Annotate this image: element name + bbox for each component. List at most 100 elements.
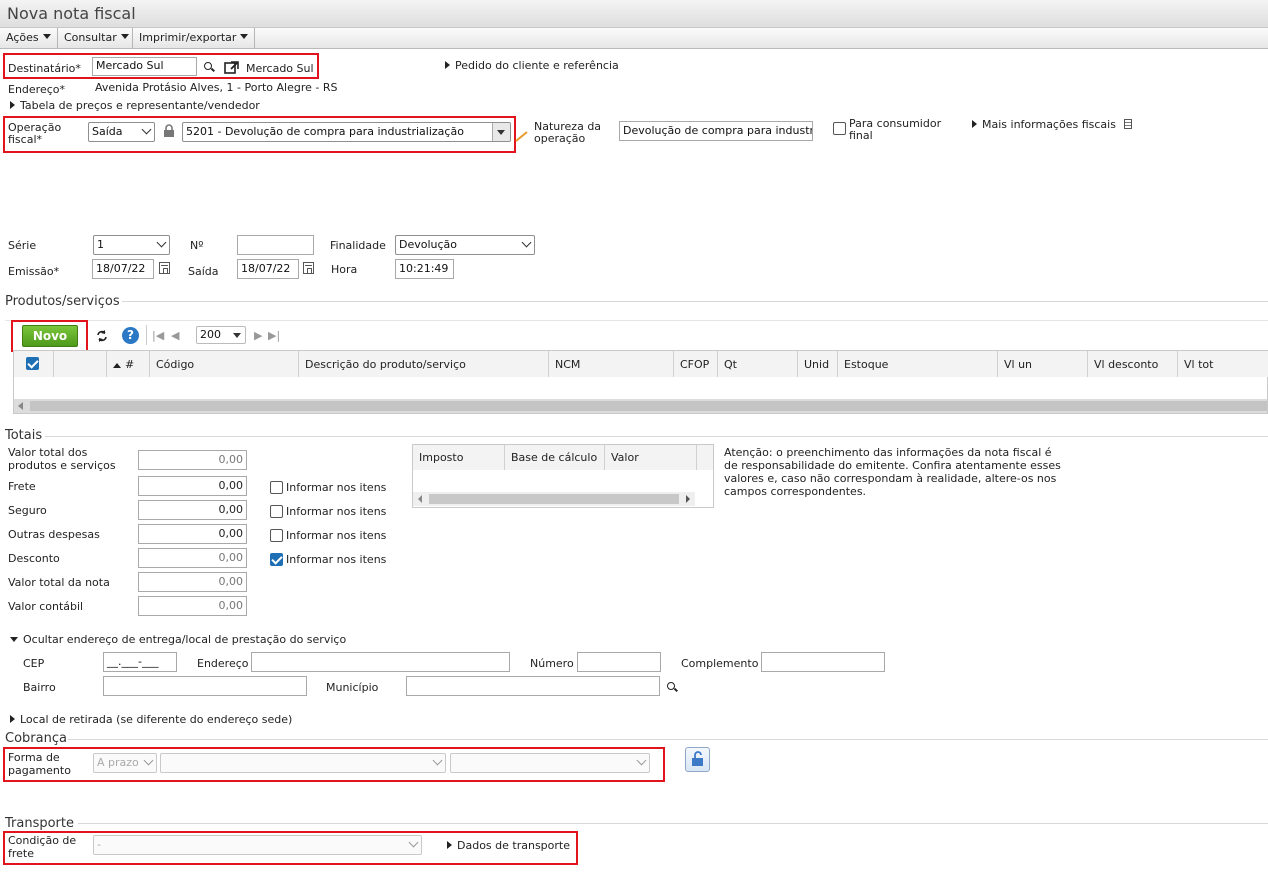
cfop-select[interactable]: 5201 - Devolução de compra para industri… <box>182 122 511 142</box>
local-retirada-toggle[interactable]: Local de retirada (se diferente do ender… <box>10 714 292 726</box>
seguro-label: Seguro <box>8 504 47 517</box>
endereco-value: Avenida Protásio Alves, 1 - Porto Alegre… <box>95 81 338 94</box>
window-title: Nova nota fiscal <box>7 4 136 23</box>
grid-header-cfop[interactable]: CFOP <box>674 351 718 377</box>
destinatario-label: Destinatário* <box>8 62 81 75</box>
imposto-header[interactable]: Imposto <box>413 445 505 470</box>
grid-header-codigo[interactable]: Código <box>150 351 299 377</box>
unlock-button[interactable] <box>685 747 710 772</box>
tabela-precos-toggle[interactable]: Tabela de preços e representante/vendedo… <box>10 100 260 112</box>
grid-header-vl-desconto[interactable]: Vl desconto <box>1088 351 1178 377</box>
valor-total-nota-label: Valor total da nota <box>8 576 110 589</box>
novo-button[interactable]: Novo <box>22 325 78 347</box>
endereco-label: Endereço* <box>8 83 65 96</box>
finalidade-label: Finalidade <box>330 239 386 252</box>
frete-input[interactable]: 0,00 <box>138 476 247 496</box>
municipio-input[interactable] <box>406 676 660 696</box>
seguro-informar-checkbox[interactable] <box>270 505 283 518</box>
grid-header-descricao[interactable]: Descrição do produto/serviço <box>299 351 549 377</box>
complemento-input[interactable] <box>761 652 885 672</box>
menu-bar: Ações Consultar Imprimir/exportar <box>0 28 1268 49</box>
select-all-checkbox[interactable] <box>26 357 39 370</box>
dados-transporte-toggle[interactable]: Dados de transporte <box>447 840 570 852</box>
forma-pagamento-select[interactable] <box>160 753 446 773</box>
hora-label: Hora <box>331 263 358 276</box>
last-page-icon[interactable]: ▶| <box>268 330 280 342</box>
page-size-select[interactable]: 200 <box>196 326 246 344</box>
divider <box>122 301 1268 302</box>
grid-header-index[interactable]: # <box>107 351 150 377</box>
outras-despesas-informar-checkbox[interactable] <box>270 529 283 542</box>
select-all-header[interactable] <box>14 351 54 377</box>
entrega-numero-input[interactable] <box>577 652 661 672</box>
operacao-tipo-select[interactable]: Saída <box>88 122 155 142</box>
outras-despesas-input[interactable]: 0,00 <box>138 524 247 544</box>
forma-pagamento-tipo-select[interactable]: A prazo <box>93 753 157 773</box>
menu-imprimir-exportar[interactable]: Imprimir/exportar <box>133 28 255 48</box>
help-icon[interactable]: ? <box>122 327 139 344</box>
horizontal-scrollbar[interactable] <box>413 492 695 506</box>
condicao-frete-select[interactable]: - <box>93 835 422 855</box>
bairro-input[interactable] <box>103 676 307 696</box>
refresh-icon[interactable] <box>95 329 109 343</box>
serie-select[interactable]: 1 <box>93 235 170 255</box>
horizontal-scrollbar[interactable] <box>14 399 1267 413</box>
base-calculo-header[interactable]: Base de cálculo <box>505 445 605 470</box>
serie-label: Série <box>8 239 37 252</box>
valor-header[interactable]: Valor <box>605 445 697 470</box>
expand-icon <box>10 101 15 109</box>
numero-input[interactable] <box>237 235 314 255</box>
cep-label: CEP <box>23 657 45 670</box>
search-icon[interactable] <box>667 682 677 692</box>
divider <box>146 325 147 345</box>
mais-informacoes-toggle[interactable]: Mais informações fiscais <box>972 119 1133 131</box>
forma-pagamento-detalhe-select[interactable] <box>450 753 650 773</box>
desconto-informar-checkbox[interactable] <box>270 553 283 566</box>
seguro-input[interactable]: 0,00 <box>138 500 247 520</box>
window-titlebar: Nova nota fiscal <box>0 0 1268 28</box>
entrega-endereco-input[interactable] <box>251 652 510 672</box>
consumidor-final-checkbox[interactable] <box>833 122 846 135</box>
divider <box>5 320 1268 321</box>
calendar-icon[interactable] <box>159 262 170 274</box>
emissao-input[interactable]: 18/07/22 <box>92 259 154 279</box>
external-link-icon[interactable] <box>224 60 240 75</box>
grid-header-unid[interactable]: Unid <box>798 351 838 377</box>
first-page-icon[interactable]: |◀ <box>152 330 164 342</box>
expand-icon <box>445 61 450 69</box>
desconto-informar-label: Informar nos itens <box>286 553 387 566</box>
grid-header-ncm[interactable]: NCM <box>549 351 674 377</box>
finalidade-select[interactable]: Devolução <box>395 235 535 255</box>
destinatario-input[interactable]: Mercado Sul <box>92 57 197 76</box>
ocultar-endereco-toggle[interactable]: Ocultar endereço de entrega/local de pre… <box>10 634 346 646</box>
calendar-icon[interactable] <box>303 262 314 274</box>
grid-header-qt[interactable]: Qt <box>718 351 798 377</box>
cep-input[interactable]: __.___-___ <box>103 652 177 672</box>
natureza-input[interactable]: Devolução de compra para industrializaçã… <box>619 121 813 141</box>
search-icon[interactable] <box>204 62 214 72</box>
frete-informar-checkbox[interactable] <box>270 481 283 494</box>
valor-contabil-input: 0,00 <box>138 596 247 616</box>
grid-header-vl-un[interactable]: Vl un <box>998 351 1088 377</box>
destinatario-link[interactable]: Mercado Sul <box>246 63 314 75</box>
next-page-icon[interactable]: ▶ <box>254 330 262 342</box>
operacao-label-line2: fiscal* <box>8 133 43 146</box>
menu-acoes[interactable]: Ações <box>0 28 58 48</box>
emissao-label: Emissão* <box>8 265 60 278</box>
total-produtos-input: 0,00 <box>138 450 247 470</box>
document-icon <box>1124 119 1133 129</box>
saida-input[interactable]: 18/07/22 <box>237 259 299 279</box>
total-produtos-label-line2: produtos e serviços <box>8 459 116 472</box>
hora-input[interactable]: 10:21:49 <box>395 259 454 279</box>
seguro-informar-label: Informar nos itens <box>286 505 387 518</box>
forma-pagamento-label-line2: pagamento <box>8 764 71 777</box>
divider <box>45 436 1268 437</box>
prev-page-icon[interactable]: ◀ <box>171 330 179 342</box>
pedido-cliente-toggle[interactable]: Pedido do cliente e referência <box>445 60 619 72</box>
menu-consultar[interactable]: Consultar <box>58 28 133 48</box>
expand-icon <box>972 120 977 128</box>
grid-header-vl-tot[interactable]: Vl tot <box>1178 351 1268 377</box>
atencao-text: Atenção: o preenchimento das informações… <box>724 446 1061 498</box>
grid-header-blank <box>697 445 713 470</box>
grid-header-estoque[interactable]: Estoque <box>838 351 998 377</box>
